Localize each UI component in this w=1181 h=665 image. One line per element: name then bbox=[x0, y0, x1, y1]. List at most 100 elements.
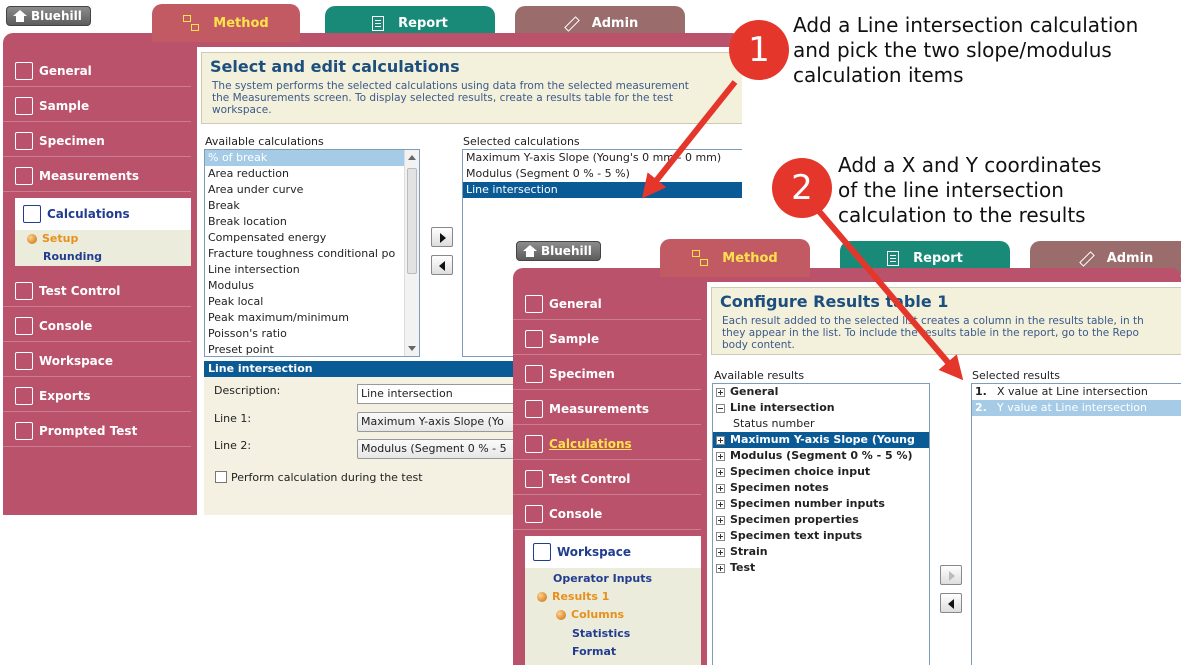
list-item[interactable]: Area reduction bbox=[205, 166, 419, 182]
list-item[interactable]: % of break bbox=[205, 150, 419, 166]
list-item[interactable]: Poisson's ratio bbox=[205, 326, 419, 342]
expand-icon[interactable] bbox=[716, 499, 725, 509]
tree-item[interactable]: Line intersection bbox=[713, 400, 929, 416]
sidebar-item-workspace[interactable]: Workspace bbox=[525, 536, 701, 568]
page-description: Each result added to the selected list c… bbox=[722, 315, 1144, 351]
console-icon bbox=[525, 504, 543, 523]
subnav-statistics[interactable]: Statistics bbox=[572, 627, 630, 640]
sidebar-item-sample[interactable]: Sample bbox=[3, 90, 191, 122]
expand-icon[interactable] bbox=[716, 563, 725, 573]
tree-item[interactable]: Specimen choice input bbox=[713, 464, 929, 480]
tab-method[interactable]: Method bbox=[660, 239, 810, 277]
subnav-label: Format bbox=[572, 645, 617, 658]
list-item[interactable]: Area under curve bbox=[205, 182, 419, 198]
list-item[interactable]: Peak maximum/minimum bbox=[205, 310, 419, 326]
tree-item[interactable]: Status number bbox=[713, 416, 929, 432]
list-item[interactable]: Line intersection bbox=[463, 182, 742, 198]
expand-icon[interactable] bbox=[716, 387, 725, 397]
list-item[interactable]: Line intersection bbox=[205, 262, 419, 278]
sidebar-item-calculations[interactable]: Calculations bbox=[513, 428, 701, 460]
desc-line: the Measurements screen. To display sele… bbox=[212, 92, 673, 104]
workspace-icon bbox=[15, 351, 33, 370]
page-header: Configure Results table 1 Each result ad… bbox=[711, 287, 1181, 355]
list-item[interactable]: Break bbox=[205, 198, 419, 214]
list-item[interactable]: Fracture toughness conditional po bbox=[205, 246, 419, 262]
tree-item-label: Specimen choice input bbox=[730, 465, 871, 478]
tree-item[interactable]: General bbox=[713, 384, 929, 400]
window-results-table: Bluehill Admin Report Method General Sam… bbox=[510, 235, 1181, 665]
tree-item[interactable]: Specimen text inputs bbox=[713, 528, 929, 544]
sidebar-item-prompted-test[interactable]: Prompted Test bbox=[3, 415, 191, 447]
subnav-rounding[interactable]: Rounding bbox=[43, 250, 102, 263]
list-item[interactable]: Preset point bbox=[205, 342, 419, 356]
add-result-button[interactable] bbox=[940, 565, 962, 585]
sidebar-item-measurements[interactable]: Measurements bbox=[513, 393, 701, 425]
expand-icon[interactable] bbox=[716, 435, 725, 445]
subnav-format[interactable]: Format bbox=[572, 645, 616, 658]
subnav-setup[interactable]: Setup bbox=[27, 232, 78, 245]
list-item[interactable]: Modulus bbox=[205, 278, 419, 294]
selected-results-list[interactable]: 1. X value at Line intersection 2. Y value … bbox=[971, 383, 1181, 665]
expand-icon[interactable] bbox=[716, 547, 725, 557]
available-calculations-list[interactable]: % of break Area reduction Area under curve… bbox=[204, 149, 420, 357]
expand-icon[interactable] bbox=[716, 451, 725, 461]
line2-label: Line 2: bbox=[214, 439, 252, 452]
bluehill-home-button[interactable]: Bluehill bbox=[6, 6, 91, 26]
tab-method[interactable]: Method bbox=[152, 4, 300, 42]
prompted-test-icon bbox=[15, 421, 33, 440]
expand-icon[interactable] bbox=[716, 531, 725, 541]
subnav-columns[interactable]: Columns bbox=[556, 608, 624, 621]
annotation-line: calculation items bbox=[793, 63, 964, 87]
sidebar-item-test-control[interactable]: Test Control bbox=[3, 275, 191, 307]
sidebar: General Sample Specimen Measurements Cal… bbox=[3, 55, 191, 515]
sidebar-item-measurements[interactable]: Measurements bbox=[3, 160, 191, 192]
list-item[interactable]: Peak local bbox=[205, 294, 419, 310]
sidebar-item-exports[interactable]: Exports bbox=[3, 380, 191, 412]
flowchart-icon bbox=[692, 250, 709, 266]
tab-admin-label: Admin bbox=[1106, 250, 1154, 266]
tree-item[interactable]: Test bbox=[713, 560, 929, 576]
desc-line: The system performs the selected calcula… bbox=[212, 80, 689, 92]
tree-item[interactable]: Specimen number inputs bbox=[713, 496, 929, 512]
sidebar-item-console[interactable]: Console bbox=[513, 498, 701, 530]
add-calculation-button[interactable] bbox=[431, 227, 453, 247]
list-item[interactable]: Compensated energy bbox=[205, 230, 419, 246]
sidebar-item-specimen[interactable]: Specimen bbox=[3, 125, 191, 157]
remove-result-button[interactable] bbox=[940, 593, 962, 613]
list-item[interactable]: Break location bbox=[205, 214, 419, 230]
list-item[interactable]: Maximum Y-axis Slope (Young's 0 mm - 0 m… bbox=[463, 150, 742, 166]
tree-item[interactable]: Specimen properties bbox=[713, 512, 929, 528]
tree-item[interactable]: Maximum Y-axis Slope (Young bbox=[713, 432, 929, 448]
sidebar-item-calculations[interactable]: Calculations bbox=[15, 198, 191, 230]
subnav-results-1[interactable]: Results 1 bbox=[537, 590, 609, 603]
list-item[interactable]: Modulus (Segment 0 % - 5 %) bbox=[463, 166, 742, 182]
page-header: Select and edit calculations The system … bbox=[201, 52, 742, 124]
sidebar-item-workspace[interactable]: Workspace bbox=[3, 345, 191, 377]
expand-icon[interactable] bbox=[716, 483, 725, 493]
tree-item[interactable]: Specimen notes bbox=[713, 480, 929, 496]
list-item[interactable]: 1. X value at Line intersection bbox=[972, 384, 1181, 400]
perform-during-test-checkbox[interactable] bbox=[215, 471, 227, 483]
nav-label: Console bbox=[39, 318, 93, 333]
workspace-icon bbox=[533, 542, 551, 561]
sidebar-item-general[interactable]: General bbox=[3, 55, 191, 87]
list-item[interactable]: 2. Y value at Line intersection bbox=[972, 400, 1181, 416]
pencil-icon bbox=[1077, 250, 1093, 266]
expand-icon[interactable] bbox=[716, 467, 725, 477]
nav-label: Sample bbox=[549, 331, 600, 346]
sidebar-item-console[interactable]: Console bbox=[3, 310, 191, 342]
collapse-icon[interactable] bbox=[716, 403, 725, 413]
tree-item[interactable]: Strain bbox=[713, 544, 929, 560]
expand-icon[interactable] bbox=[716, 515, 725, 525]
sidebar-item-sample[interactable]: Sample bbox=[513, 323, 701, 355]
subnav-operator-inputs[interactable]: Operator Inputs bbox=[553, 572, 652, 585]
bluehill-home-button[interactable]: Bluehill bbox=[516, 241, 601, 261]
document-icon bbox=[887, 250, 900, 266]
available-scrollbar[interactable] bbox=[404, 150, 419, 356]
sidebar-item-general[interactable]: General bbox=[513, 288, 701, 320]
sidebar-item-test-control[interactable]: Test Control bbox=[513, 463, 701, 495]
tree-item[interactable]: Modulus (Segment 0 % - 5 %) bbox=[713, 448, 929, 464]
available-results-tree[interactable]: General Line intersection Status number Max… bbox=[712, 383, 930, 665]
sidebar-item-specimen[interactable]: Specimen bbox=[513, 358, 701, 390]
remove-calculation-button[interactable] bbox=[431, 255, 453, 275]
